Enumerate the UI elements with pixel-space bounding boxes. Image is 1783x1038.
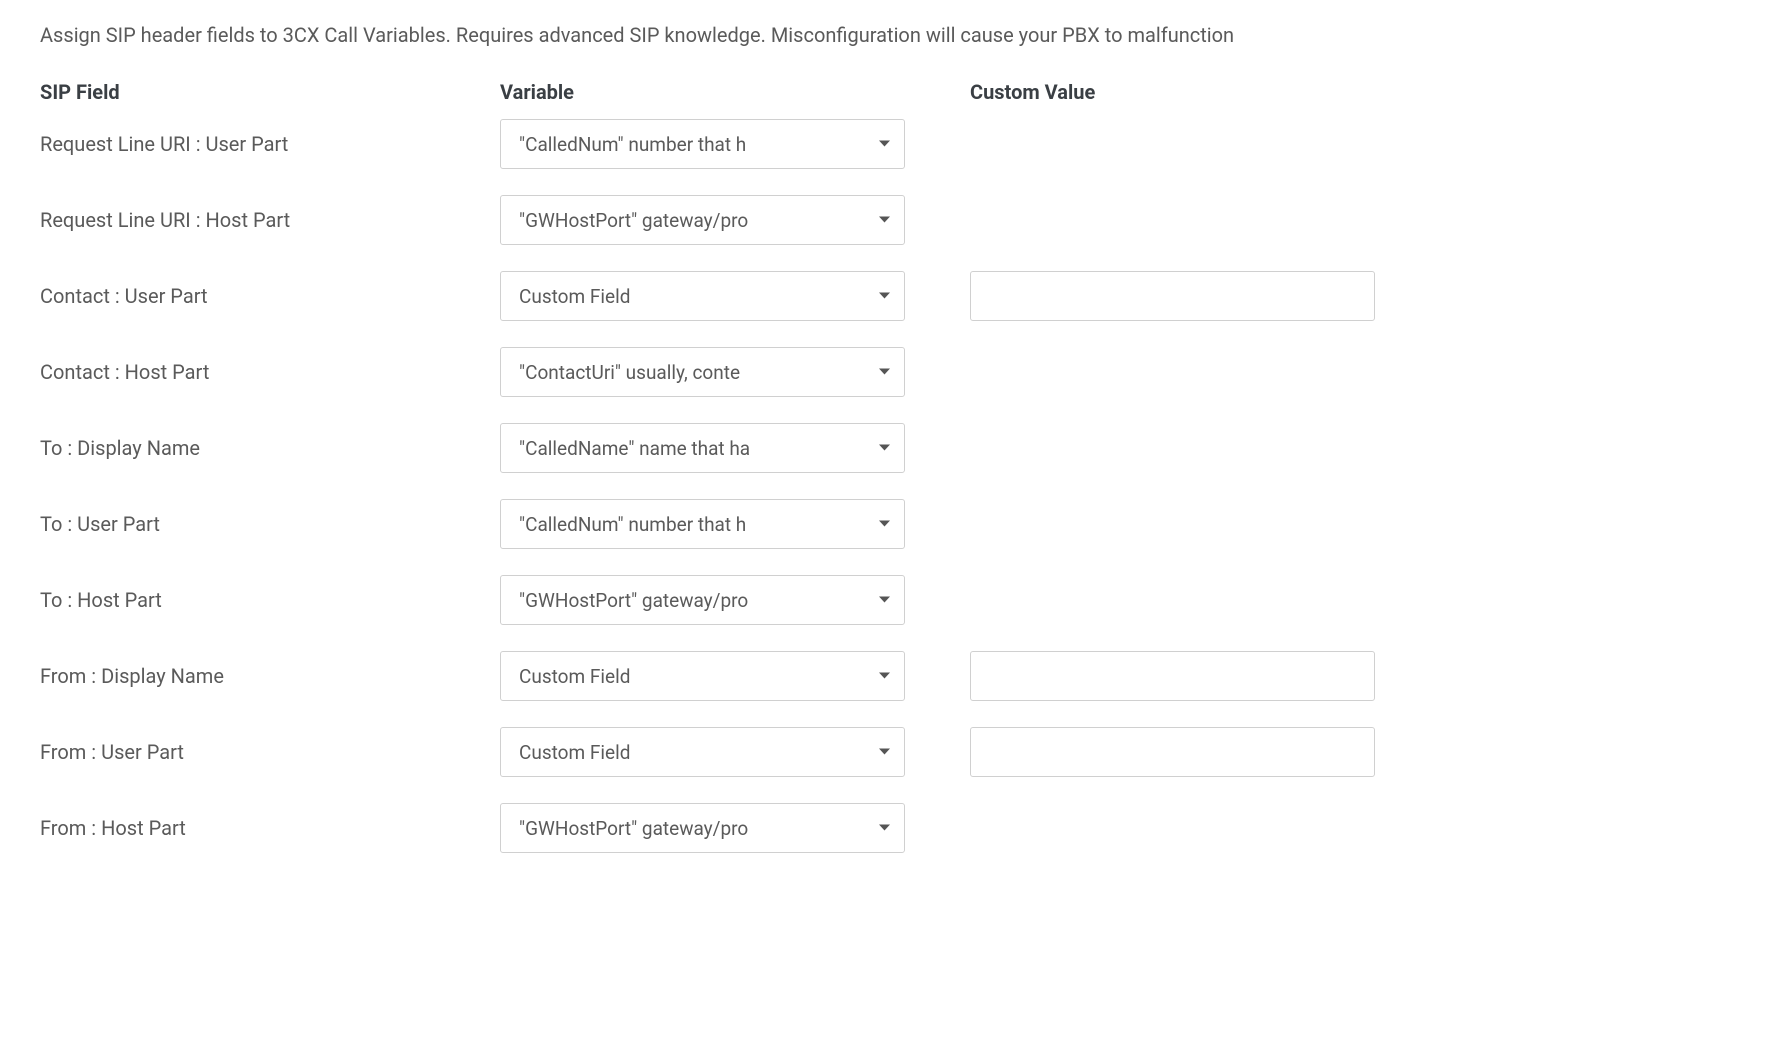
variable-select[interactable]: "CalledNum" number that h xyxy=(500,119,905,169)
sip-field-row: From : Host Part "GWHostPort" gateway/pro xyxy=(40,803,1743,853)
sip-field-label: To : Host Part xyxy=(40,588,162,612)
page-description: Assign SIP header fields to 3CX Call Var… xyxy=(40,20,1743,50)
variable-select[interactable]: "GWHostPort" gateway/pro xyxy=(500,803,905,853)
sip-field-label: From : User Part xyxy=(40,740,184,764)
sip-field-row: From : User Part Custom Field xyxy=(40,727,1743,777)
variable-select[interactable]: "GWHostPort" gateway/pro xyxy=(500,195,905,245)
sip-field-row: From : Display Name Custom Field xyxy=(40,651,1743,701)
custom-value-input[interactable] xyxy=(970,651,1375,701)
sip-field-row: To : Host Part "GWHostPort" gateway/pro xyxy=(40,575,1743,625)
variable-select[interactable]: "CalledNum" number that h xyxy=(500,499,905,549)
custom-value-input[interactable] xyxy=(970,727,1375,777)
variable-select[interactable]: "CalledName" name that ha xyxy=(500,423,905,473)
variable-select[interactable]: "ContactUri" usually, conte xyxy=(500,347,905,397)
header-custom-value: Custom Value xyxy=(970,80,1095,104)
sip-field-label: Request Line URI : Host Part xyxy=(40,208,290,232)
custom-value-input[interactable] xyxy=(970,271,1375,321)
sip-field-label: To : User Part xyxy=(40,512,160,536)
variable-select[interactable]: "GWHostPort" gateway/pro xyxy=(500,575,905,625)
variable-select[interactable]: Custom Field xyxy=(500,271,905,321)
sip-field-row: Contact : Host Part "ContactUri" usually,… xyxy=(40,347,1743,397)
header-sip-field: SIP Field xyxy=(40,80,120,104)
header-variable: Variable xyxy=(500,80,574,104)
sip-field-row: Request Line URI : Host Part "GWHostPort"… xyxy=(40,195,1743,245)
sip-field-row: To : User Part "CalledNum" number that h xyxy=(40,499,1743,549)
variable-select[interactable]: Custom Field xyxy=(500,651,905,701)
sip-field-label: Contact : Host Part xyxy=(40,360,209,384)
sip-field-label: To : Display Name xyxy=(40,436,200,460)
sip-field-row: Contact : User Part Custom Field xyxy=(40,271,1743,321)
variable-select[interactable]: Custom Field xyxy=(500,727,905,777)
sip-field-label: Request Line URI : User Part xyxy=(40,132,288,156)
sip-field-label: From : Display Name xyxy=(40,664,224,688)
table-header-row: SIP Field Variable Custom Value xyxy=(40,80,1743,104)
sip-field-row: Request Line URI : User Part "CalledNum" … xyxy=(40,119,1743,169)
sip-field-row: To : Display Name "CalledName" name that … xyxy=(40,423,1743,473)
sip-field-label: Contact : User Part xyxy=(40,284,208,308)
sip-field-label: From : Host Part xyxy=(40,816,186,840)
